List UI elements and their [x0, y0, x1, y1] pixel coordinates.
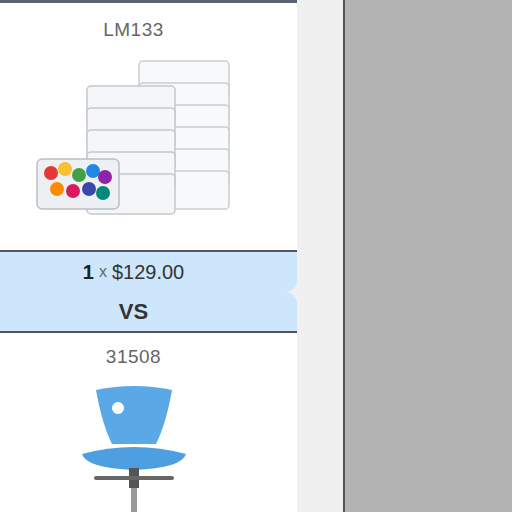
- compare-column: LM133 1 x $129.00 VS 31508: [0, 0, 297, 512]
- gutter: [297, 0, 343, 512]
- product-code: 31508: [106, 346, 161, 368]
- product-image[interactable]: [74, 384, 194, 512]
- product-card[interactable]: 31508: [0, 333, 297, 512]
- product-code: LM133: [103, 19, 164, 41]
- product-card[interactable]: LM133: [0, 0, 297, 252]
- quantity: 1: [83, 261, 94, 284]
- storage-bins-icon: [29, 51, 239, 226]
- times-sign: x: [99, 263, 107, 281]
- vs-separator: VS: [0, 292, 297, 333]
- product-image[interactable]: [29, 51, 239, 226]
- chair-icon: [74, 384, 194, 512]
- compare-page: LM133 1 x $129.00 VS 31508: [0, 0, 512, 512]
- side-panel: [345, 0, 512, 512]
- price-bar: 1 x $129.00: [0, 252, 297, 292]
- price: $129.00: [112, 261, 184, 284]
